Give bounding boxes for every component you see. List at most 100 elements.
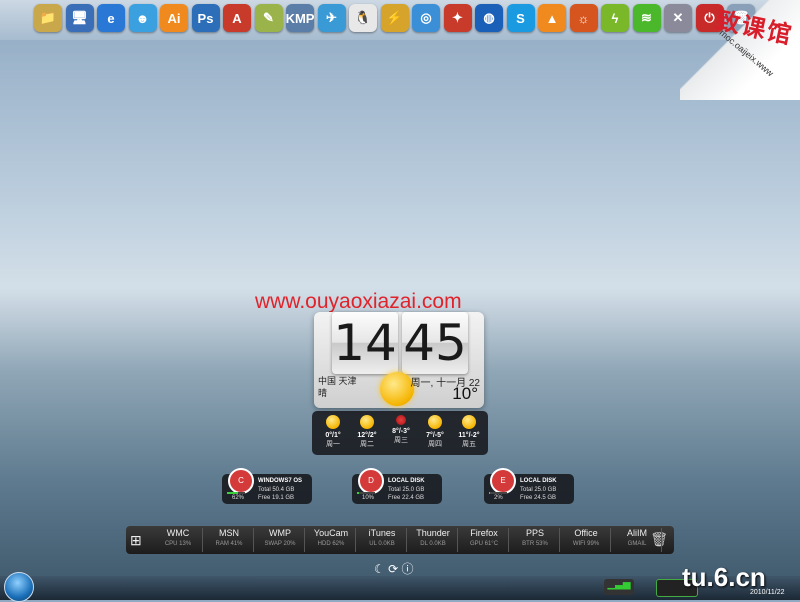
forecast-temp: 11°/-2°	[458, 432, 480, 439]
flash-icon[interactable]: ϟ	[601, 4, 629, 32]
skype-icon[interactable]: S	[506, 4, 535, 32]
watermark-text: www.ouyaoxiazai.com	[255, 290, 462, 313]
folder-icon[interactable]: 📁	[34, 4, 62, 32]
disk-widget-c[interactable]: C WINDOWS7 OS Total 50.4 GB Free 19.1 GB 62%	[222, 468, 312, 504]
app-launcher-bar: ⊞ 🗑 WMC CPU 13% MSN RAM 41% WMP SWAP 20% YouCa…	[126, 526, 674, 554]
forecast-weekday: 周三	[394, 437, 408, 444]
disk-percent: 10%	[362, 495, 375, 501]
launcher-item-msn[interactable]: MSN RAM 41%	[205, 528, 254, 552]
vlc-icon[interactable]: ▲	[538, 4, 566, 32]
forecast-temp: 12°/2°	[357, 432, 377, 439]
autocad-icon[interactable]: A	[223, 4, 251, 32]
launcher-label: Thunder	[416, 528, 450, 538]
launcher-stat: CPU 13%	[164, 541, 192, 547]
windows-icon[interactable]: ⊞	[130, 532, 142, 549]
illustrator-icon[interactable]: Ai	[160, 4, 188, 32]
launcher-label: iTunes	[368, 528, 396, 538]
drive-icon: E	[490, 468, 516, 494]
weather-forecast: 0°/1° 周一 12°/2° 周二 8°/-3° 周三 7°/-5° 周四 11°/-2° 周五	[312, 411, 488, 455]
launcher-label: AliIM	[627, 528, 647, 538]
forecast-weekday: 周四	[428, 441, 442, 448]
launcher-label: Firefox	[470, 528, 498, 538]
photoshop-icon[interactable]: Ps	[191, 4, 220, 32]
forecast-day: 8°/-3° 周三	[386, 415, 416, 445]
launcher-label: MSN	[219, 528, 239, 538]
messenger-icon[interactable]: ☻	[128, 4, 157, 32]
taskbar: ▁▃▅	[0, 572, 800, 602]
clock-weather-widget[interactable]: 14 45 中国 天津 晴 周一, 十一月 22 10°	[314, 312, 484, 408]
launcher-stat: BTR 53%	[522, 541, 548, 547]
launcher-item-youcam[interactable]: YouCam HDD 62%	[307, 528, 356, 552]
notes-icon[interactable]: ✎	[254, 4, 283, 32]
refresh-icon[interactable]: ⟳	[388, 562, 398, 576]
forecast-weekday: 周二	[360, 441, 374, 448]
launcher-item-office[interactable]: Office WIFI 99%	[562, 528, 611, 552]
launcher-item-pps[interactable]: PPS BTR 53%	[511, 528, 560, 552]
kmplayer-icon[interactable]: KMP	[286, 4, 314, 32]
launcher-stat: RAM 41%	[215, 541, 243, 547]
launcher-item-firefox[interactable]: Firefox GPU 61°C	[460, 528, 509, 552]
firefox-icon[interactable]: ☼	[569, 4, 598, 32]
launcher-stat: GMAIL	[627, 541, 647, 547]
launcher-item-thunder[interactable]: Thunder DL 0.0KB	[409, 528, 458, 552]
disk-total: Total 25.0 GB	[520, 487, 557, 493]
disk-widget-e[interactable]: E LOCAL DISK Total 25.0 GB Free 24.5 GB 2%	[484, 468, 574, 504]
globe-icon[interactable]: ◎	[412, 4, 440, 32]
launcher-item-wmp[interactable]: WMP SWAP 20%	[256, 528, 305, 552]
logo-title: 致课馆	[713, 7, 796, 50]
info-icon[interactable]: ⓘ	[402, 562, 414, 576]
sun-icon	[380, 372, 414, 406]
forecast-day: 7°/-5° 周四	[420, 415, 450, 449]
start-button[interactable]	[4, 572, 34, 602]
drive-icon: D	[358, 468, 384, 494]
disk-total: Total 25.0 GB	[388, 487, 425, 493]
signal-icon[interactable]: ▁▃▅	[604, 579, 634, 595]
moon-icon[interactable]: ☾	[374, 562, 385, 576]
tray-date: 2010/11/22	[750, 589, 785, 596]
launcher-item-itunes[interactable]: iTunes UL 0.0KB	[358, 528, 407, 552]
ie-icon[interactable]: e	[97, 4, 125, 32]
page-indicator: ☾ ⟳ ⓘ	[374, 560, 414, 577]
forecast-temp: 0°/1°	[325, 432, 341, 439]
site-logo: 致课馆 moc.oaijeix.www	[680, 0, 800, 100]
launcher-stat: GPU 61°C	[469, 541, 499, 547]
disk-title: LOCAL DISK	[520, 478, 557, 484]
launcher-label: PPS	[525, 528, 544, 538]
launcher-stat: WIFI 99%	[572, 541, 600, 547]
forecast-day: 12°/2° 周二	[352, 415, 382, 449]
disk-total: Total 50.4 GB	[258, 487, 295, 493]
disk-free: Free 24.5 GB	[520, 495, 557, 501]
sun-icon	[428, 415, 442, 429]
sun-icon	[462, 415, 476, 429]
launcher-label: Office	[574, 528, 598, 538]
computer-icon[interactable]: 🖥	[65, 4, 94, 32]
sun-icon	[326, 415, 340, 429]
forecast-weekday: 周一	[326, 441, 340, 448]
forecast-temp: 8°/-3°	[392, 428, 410, 435]
tools-icon[interactable]: ✦	[443, 4, 472, 32]
disk-usage-bar	[489, 492, 507, 494]
disk-percent: 62%	[232, 495, 245, 501]
launcher-item-wmc[interactable]: WMC CPU 13%	[154, 528, 203, 552]
rain-icon	[396, 415, 406, 425]
launcher-item-aliim[interactable]: AliIM GMAIL	[613, 528, 662, 552]
launcher-label: WMP	[269, 528, 291, 538]
orb-icon[interactable]: ◍	[475, 4, 503, 32]
qq-icon[interactable]: 🐧	[349, 4, 377, 32]
disk-title: WINDOWS7 OS	[258, 478, 303, 484]
launcher-stat: UL 0.0KB	[369, 541, 395, 547]
wifi-icon[interactable]: ≋	[632, 4, 661, 32]
bird-icon[interactable]: ✈	[317, 4, 346, 32]
launcher-label: WMC	[166, 528, 190, 538]
clock-minute: 45	[402, 312, 468, 374]
weather-temperature: 10°	[452, 384, 478, 403]
disk-widget-d[interactable]: D LOCAL DISK Total 25.0 GB Free 22.4 GB 10%	[352, 468, 442, 504]
sun-icon	[360, 415, 374, 429]
clock-hour: 14	[332, 312, 398, 374]
thunder-icon[interactable]: ⚡	[380, 4, 409, 32]
launcher-stat: HDD 62%	[317, 541, 345, 547]
drive-icon: C	[228, 468, 254, 494]
disk-usage-bar	[227, 492, 245, 494]
launcher-stat: DL 0.0KB	[420, 541, 446, 547]
forecast-day: 11°/-2° 周五	[454, 415, 484, 449]
